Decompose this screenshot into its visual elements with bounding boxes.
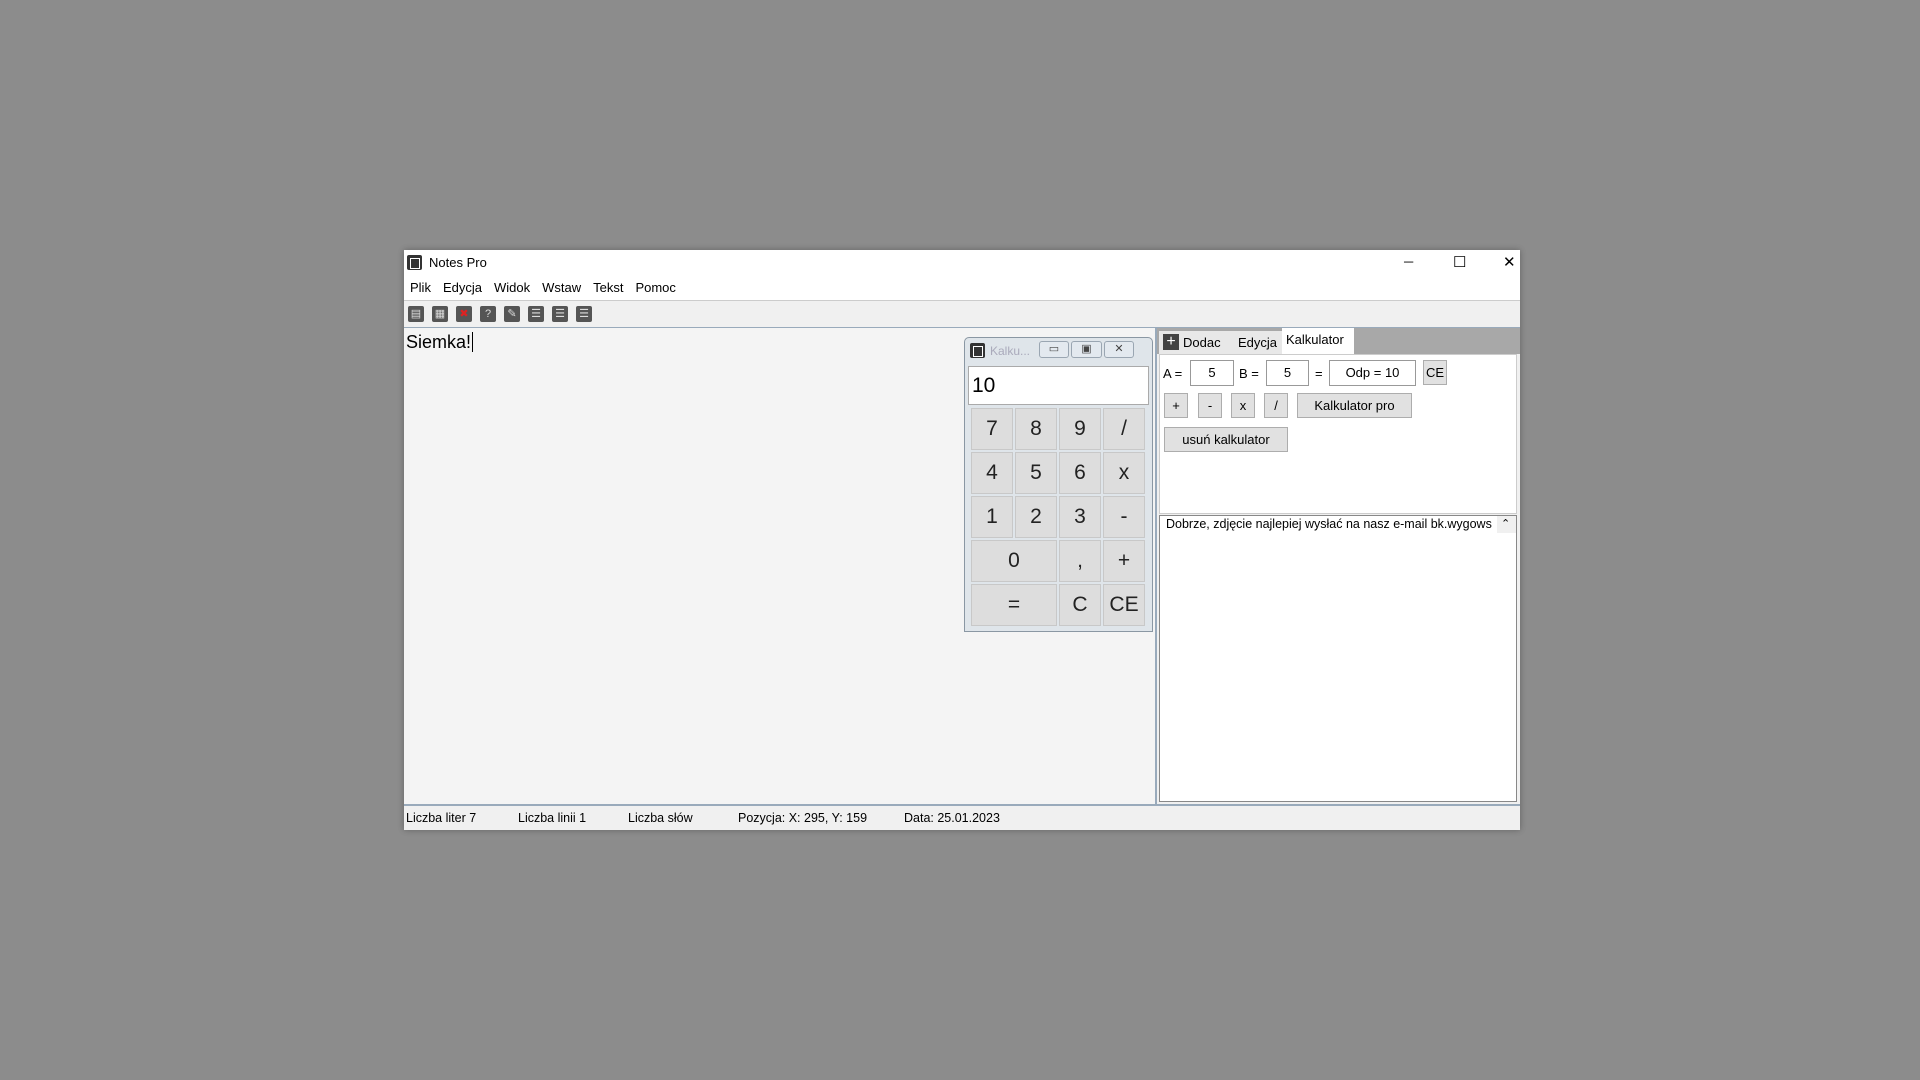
menu-wstaw[interactable]: Wstaw [536, 276, 587, 299]
key-7[interactable]: 7 [971, 408, 1013, 450]
minimize-button[interactable]: ─ [1404, 254, 1413, 269]
tab-strip: + Dodac Edycja Kalkulator [1157, 328, 1520, 354]
window-title: Notes Pro [429, 255, 487, 270]
right-panel: + Dodac Edycja Kalkulator A = 5 B = 5 = O… [1157, 328, 1520, 804]
kalkulator-pro-button[interactable]: Kalkulator pro [1297, 393, 1412, 418]
menu-bar: Plik Edycja Widok Wstaw Tekst Pomoc [404, 276, 1520, 300]
result-field: Odp = 10 [1329, 360, 1416, 386]
menu-widok[interactable]: Widok [488, 276, 536, 299]
key-plus[interactable]: + [1103, 540, 1145, 582]
kalkulator-tab-pane: A = 5 B = 5 = Odp = 10 CE + - x / Kalkul… [1159, 354, 1517, 514]
key-3[interactable]: 3 [1059, 496, 1101, 538]
word-count: Liczba słów [628, 811, 693, 825]
key-0[interactable]: 0 [971, 540, 1057, 582]
ce-button[interactable]: CE [1423, 360, 1447, 385]
calculator-window: Kalku... ▭ ▣ ✕ 10 7 8 9/ 4 5 6 x 1 2 3- 0, + = C CE [964, 337, 1153, 632]
tab-dodac[interactable]: + Dodac [1159, 331, 1234, 354]
key-6[interactable]: 6 [1059, 452, 1101, 494]
menu-pomoc[interactable]: Pomoc [629, 276, 681, 299]
maximize-button[interactable]: ☐ [1453, 253, 1466, 271]
list-item[interactable]: Dobrze, zdjęcie najlepiej wysłać na nasz… [1163, 516, 1495, 533]
align-left-icon[interactable]: ☰ [528, 306, 544, 322]
calc-minimize-button[interactable]: ▭ [1039, 341, 1069, 358]
plus-icon: + [1163, 334, 1179, 350]
a-input[interactable]: 5 [1190, 360, 1234, 386]
calculator-title-bar: Kalku... ▭ ▣ ✕ [965, 338, 1152, 363]
tab-kalkulator[interactable]: Kalkulator [1282, 328, 1354, 354]
list-rows: Dobrze, zdjęcie najlepiej wysłać na nasz… [1160, 516, 1495, 533]
save-icon[interactable]: ▦ [432, 306, 448, 322]
editor-text: Siemka! [406, 332, 472, 352]
delete-icon[interactable]: ✖ [456, 306, 472, 322]
key-minus[interactable]: - [1103, 496, 1145, 538]
help-icon[interactable]: ? [480, 306, 496, 322]
menu-tekst[interactable]: Tekst [587, 276, 629, 299]
key-divide[interactable]: / [1103, 408, 1145, 450]
divide-button[interactable]: / [1264, 393, 1288, 418]
calculator-icon [970, 343, 985, 358]
calc-close-button[interactable]: ✕ [1104, 341, 1134, 358]
key-clear[interactable]: C [1059, 584, 1101, 626]
align-right-icon[interactable]: ☰ [576, 306, 592, 322]
b-label: B = [1239, 366, 1259, 381]
key-equals[interactable]: = [971, 584, 1057, 626]
key-5[interactable]: 5 [1015, 452, 1057, 494]
remove-calculator-button[interactable]: usuń kalkulator [1164, 427, 1288, 452]
calculator-title: Kalku... [990, 344, 1031, 358]
subtract-button[interactable]: - [1198, 393, 1222, 418]
key-1[interactable]: 1 [971, 496, 1013, 538]
calculator-display: 10 [968, 366, 1149, 405]
phrases-list[interactable]: Dobrze, zdjęcie najlepiej wysłać na nasz… [1159, 515, 1517, 802]
letter-count: Liczba liter 7 [406, 811, 477, 825]
key-multiply[interactable]: x [1103, 452, 1145, 494]
date: Data: 25.01.2023 [904, 811, 1000, 825]
a-label: A = [1163, 366, 1183, 381]
line-count: Liczba linii 1 [518, 811, 587, 825]
text-cursor [472, 332, 474, 352]
key-comma[interactable]: , [1059, 540, 1101, 582]
edit-icon[interactable]: ✎ [504, 306, 520, 322]
key-9[interactable]: 9 [1059, 408, 1101, 450]
calc-maximize-button[interactable]: ▣ [1071, 341, 1102, 358]
key-clear-entry[interactable]: CE [1103, 584, 1145, 626]
key-2[interactable]: 2 [1015, 496, 1057, 538]
align-center-icon[interactable]: ☰ [552, 306, 568, 322]
close-button[interactable]: ✕ [1503, 253, 1516, 271]
b-input[interactable]: 5 [1266, 360, 1309, 386]
scroll-up-icon[interactable]: ⌃ [1501, 516, 1510, 533]
key-8[interactable]: 8 [1015, 408, 1057, 450]
toolbar: ▤ ▦ ✖? ✎ ☰ ☰ ☰ [404, 300, 1520, 328]
app-icon [407, 255, 422, 270]
menu-plik[interactable]: Plik [404, 276, 437, 299]
notes-pro-window: Notes Pro ─ ☐ ✕ Plik Edycja Widok Wstaw Teks… [404, 250, 1520, 830]
cursor-position: Pozycja: X: 295, Y: 159 [738, 811, 868, 825]
title-bar: Notes Pro ─ ☐ ✕ [404, 250, 1520, 276]
key-4[interactable]: 4 [971, 452, 1013, 494]
status-bar: Liczba liter 7 Liczba linii 1 Liczba słó… [404, 804, 1520, 830]
add-button[interactable]: + [1164, 393, 1188, 418]
new-note-icon[interactable]: ▤ [408, 306, 424, 322]
equals-label: = [1315, 366, 1323, 381]
multiply-button[interactable]: x [1231, 393, 1255, 418]
tab-edycja[interactable]: Edycja [1234, 331, 1282, 354]
menu-edycja[interactable]: Edycja [437, 276, 488, 299]
list-scrollbar[interactable]: ⌃ ⌄ [1497, 516, 1516, 533]
